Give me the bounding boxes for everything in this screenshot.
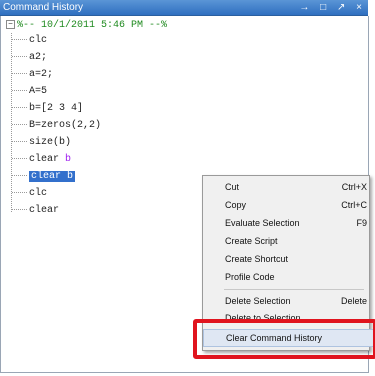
session-label: %-- 10/1/2011 5:46 PM --% — [17, 20, 168, 31]
history-item[interactable]: B=zeros(2,2) — [12, 119, 101, 132]
collapse-icon[interactable]: − — [6, 19, 15, 29]
history-item[interactable]: clear b — [12, 153, 71, 166]
menu-item-delete-selection[interactable]: Delete Selection Delete — [225, 294, 367, 309]
history-item[interactable]: a=2; — [12, 68, 53, 81]
history-item[interactable]: clc — [12, 34, 47, 47]
menu-separator — [224, 289, 364, 290]
menu-item-create-shortcut[interactable]: Create Shortcut — [225, 252, 365, 267]
history-item[interactable]: b=[2 3 4] — [12, 102, 83, 115]
highlight-annotation-box — [193, 319, 375, 359]
history-item[interactable]: clear — [12, 204, 59, 217]
history-item[interactable]: a2; — [12, 51, 47, 64]
menu-item-profile-code[interactable]: Profile Code — [225, 270, 365, 285]
menu-item-create-script[interactable]: Create Script — [225, 234, 365, 249]
menu-item-copy[interactable]: Copy Ctrl+C — [225, 198, 367, 213]
history-item[interactable]: clc — [12, 187, 47, 200]
session-header[interactable]: − %-- 10/1/2011 5:46 PM --% — [6, 19, 167, 32]
menu-item-evaluate-selection[interactable]: Evaluate Selection F9 — [225, 216, 367, 231]
title-bar: Command History → □ ↗ × — [0, 0, 368, 16]
window-title: Command History — [3, 2, 84, 13]
history-item[interactable]: A=5 — [12, 85, 47, 98]
history-item-selected[interactable]: clear b — [12, 170, 76, 183]
menu-item-cut[interactable]: Cut Ctrl+X — [225, 180, 367, 195]
window-controls[interactable]: → □ ↗ × — [299, 1, 366, 14]
history-item[interactable]: size(b) — [12, 136, 71, 149]
